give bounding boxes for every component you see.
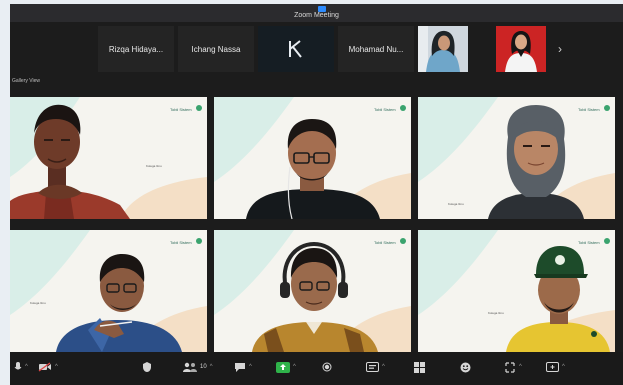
window-title: Zoom Meeting	[294, 12, 339, 19]
svg-text:Kolega Ilmu: Kolega Ilmu	[488, 311, 504, 315]
video-icon	[38, 362, 51, 372]
strip-tile-2[interactable]: Ichang Nassa	[178, 26, 254, 72]
participant-video: Tobii Sistem	[214, 230, 411, 352]
security-button[interactable]	[142, 360, 152, 374]
security-icon	[143, 362, 151, 372]
meeting-toolbar: ^ ^ 10 ^ ^ ^ ^ ^ ^	[10, 352, 623, 385]
svg-text:Tobii Sistem: Tobii Sistem	[374, 107, 396, 112]
share-screen-icon	[276, 361, 290, 373]
strip-tile-5[interactable]	[418, 26, 468, 72]
svg-text:Kolega Ilmu: Kolega Ilmu	[146, 164, 162, 168]
captions-button[interactable]: ^	[366, 360, 385, 374]
participant-video: Tobii Sistem Kolega Ilmu	[10, 230, 207, 352]
mute-button[interactable]: ^	[14, 360, 28, 374]
title-bar: Zoom Meeting	[10, 4, 623, 22]
caret-icon[interactable]: ^	[293, 364, 296, 370]
participant-name: Ichang Nassa	[191, 44, 241, 54]
svg-text:Tobii Sistem: Tobii Sistem	[170, 240, 192, 245]
svg-text:Kolega Ilmu: Kolega Ilmu	[30, 301, 46, 305]
record-button[interactable]	[322, 360, 332, 374]
next-page-button[interactable]: ›	[558, 42, 562, 56]
video-tile-2[interactable]: Tobii Sistem	[214, 97, 411, 219]
video-button[interactable]: ^	[38, 360, 58, 374]
reactions-button[interactable]	[460, 360, 471, 374]
strip-tile-6[interactable]	[496, 26, 546, 72]
participants-icon	[183, 362, 197, 372]
svg-text:Tobii Sistem: Tobii Sistem	[170, 107, 192, 112]
caret-icon[interactable]: ^	[382, 364, 385, 370]
svg-text:Tobii Sistem: Tobii Sistem	[578, 240, 600, 245]
video-tile-4-active-speaker[interactable]: Tobii Sistem Kolega Ilmu	[10, 230, 207, 352]
svg-text:Tobii Sistem: Tobii Sistem	[578, 107, 600, 112]
caret-icon[interactable]: ^	[249, 364, 252, 370]
svg-text:Tobii Sistem: Tobii Sistem	[374, 240, 396, 245]
video-tile-5[interactable]: Tobii Sistem	[214, 230, 411, 352]
share-screen-button[interactable]: ^	[276, 360, 296, 374]
chat-icon	[235, 362, 245, 372]
view-label: Gallery View	[12, 78, 40, 84]
caret-icon[interactable]: ^	[562, 364, 565, 370]
breakout-rooms-icon	[414, 361, 425, 373]
k-avatar-icon	[289, 40, 302, 58]
participant-video: Tobii Sistem Kolega Ilmu	[418, 230, 615, 352]
strip-tile-3[interactable]	[258, 26, 334, 72]
participant-name: Mohamad Nu...	[348, 44, 404, 54]
apps-button[interactable]: ^	[504, 360, 522, 374]
svg-text:Kolega Ilmu: Kolega Ilmu	[448, 202, 464, 206]
participants-button[interactable]: 10 ^	[182, 360, 213, 374]
strip-tile-1[interactable]: Rizqa Hidaya...	[98, 26, 174, 72]
participant-video	[496, 26, 546, 72]
participant-video: Tobii Sistem	[214, 97, 411, 219]
mute-icon	[14, 362, 22, 370]
participant-strip: Rizqa Hidaya... Ichang Nassa Mohamad Nu.…	[10, 24, 623, 76]
caret-icon[interactable]: ^	[519, 364, 522, 370]
more-icon	[546, 362, 559, 372]
reactions-icon	[460, 362, 471, 372]
caret-icon[interactable]: ^	[55, 364, 58, 370]
participant-video	[418, 26, 468, 72]
caret-icon[interactable]: ^	[25, 364, 28, 370]
participant-video: Tobii Sistem Kolega Ilmu	[418, 97, 615, 219]
captions-icon	[366, 362, 379, 372]
record-icon	[322, 362, 332, 372]
participant-count: 10	[200, 364, 207, 370]
zoom-icon	[318, 6, 326, 12]
more-button[interactable]: ^	[546, 360, 565, 374]
strip-tile-4[interactable]: Mohamad Nu...	[338, 26, 414, 72]
breakout-rooms-button[interactable]	[414, 360, 425, 374]
participant-video: Tobii Sistem Kolega Ilmu	[10, 97, 207, 219]
apps-icon	[505, 361, 515, 373]
caret-icon[interactable]: ^	[210, 364, 213, 370]
video-tile-1[interactable]: Tobii Sistem Kolega Ilmu	[10, 97, 207, 219]
chat-button[interactable]: ^	[234, 360, 252, 374]
participant-name: Rizqa Hidaya...	[108, 44, 164, 54]
video-tile-6[interactable]: Tobii Sistem Kolega Ilmu	[418, 230, 615, 352]
video-tile-3[interactable]: Tobii Sistem Kolega Ilmu	[418, 97, 615, 219]
zoom-window: Zoom Meeting Rizqa Hidaya... Ichang Nass…	[10, 4, 623, 385]
